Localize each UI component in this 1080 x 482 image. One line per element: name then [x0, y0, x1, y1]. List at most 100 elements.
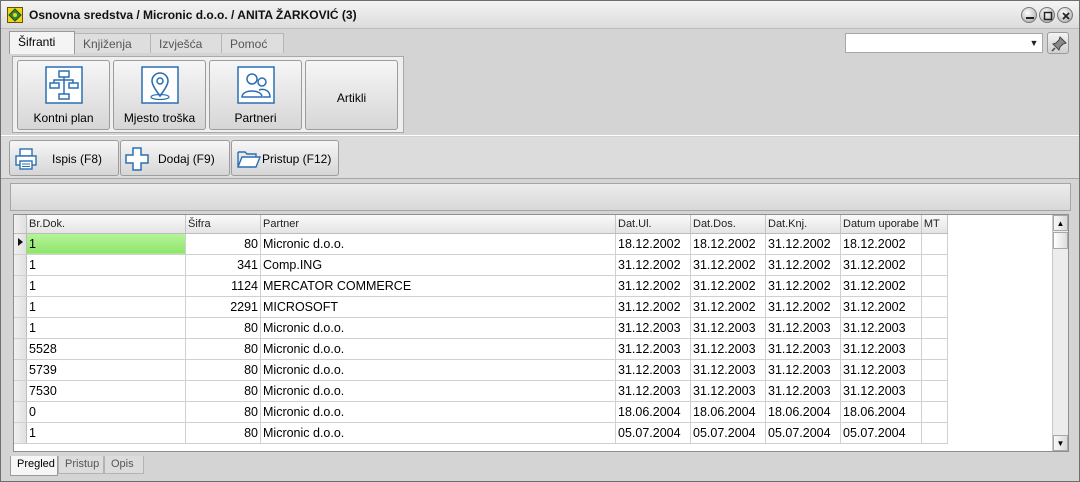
table-cell[interactable] [921, 254, 948, 276]
table-cell[interactable]: 0 [26, 401, 186, 423]
table-cell[interactable]: 80 [185, 422, 261, 444]
table-cell[interactable]: 31.12.2002 [615, 254, 691, 276]
table-cell[interactable]: 31.12.2003 [690, 317, 766, 339]
table-cell[interactable]: 1 [26, 275, 186, 297]
table-cell[interactable]: 31.12.2002 [765, 296, 841, 318]
table-cell[interactable]: Comp.ING [260, 254, 616, 276]
table-row[interactable]: 1 1124 MERCATOR COMMERCE 31.12.2002 31.12.20… [14, 275, 948, 297]
table-cell[interactable]: Micronic d.o.o. [260, 422, 616, 444]
pin-button[interactable] [1047, 32, 1069, 54]
tab-izvjesca[interactable]: Izvješća [150, 33, 222, 53]
table-cell[interactable] [921, 359, 948, 381]
table-cell[interactable] [921, 380, 948, 402]
artikli-button[interactable]: Artikli [305, 60, 398, 130]
table-cell[interactable]: 31.12.2002 [840, 296, 922, 318]
table-cell[interactable] [921, 401, 948, 423]
scroll-up-icon[interactable]: ▲ [1053, 215, 1068, 231]
table-cell[interactable]: 31.12.2002 [690, 275, 766, 297]
minimize-button[interactable] [1021, 7, 1037, 23]
table-cell[interactable]: 31.12.2003 [765, 338, 841, 360]
table-cell[interactable]: 31.12.2003 [765, 380, 841, 402]
column-header-partner[interactable]: Partner [260, 215, 616, 234]
table-cell[interactable]: 18.06.2004 [765, 401, 841, 423]
table-cell[interactable]: 1 [26, 422, 186, 444]
table-cell[interactable]: 80 [185, 380, 261, 402]
table-cell[interactable] [921, 422, 948, 444]
table-cell[interactable]: 1 [26, 233, 186, 255]
table-cell[interactable]: MICROSOFT [260, 296, 616, 318]
column-header-br-dok[interactable]: Br.Dok. [26, 215, 186, 234]
table-row[interactable]: 7530 80 Micronic d.o.o. 31.12.2003 31.12.200… [14, 380, 948, 402]
table-cell[interactable]: MERCATOR COMMERCE [260, 275, 616, 297]
row-indicator[interactable] [14, 317, 27, 339]
table-cell[interactable]: Micronic d.o.o. [260, 233, 616, 255]
table-cell[interactable]: 31.12.2003 [690, 338, 766, 360]
table-cell[interactable]: 31.12.2003 [690, 380, 766, 402]
table-cell[interactable]: 18.06.2004 [840, 401, 922, 423]
table-cell[interactable]: 05.07.2004 [615, 422, 691, 444]
table-cell[interactable]: 31.12.2002 [615, 296, 691, 318]
scroll-down-icon[interactable]: ▼ [1053, 435, 1068, 451]
table-cell[interactable]: 31.12.2003 [615, 338, 691, 360]
table-cell[interactable]: 18.12.2002 [690, 233, 766, 255]
table-cell[interactable]: Micronic d.o.o. [260, 338, 616, 360]
table-cell[interactable]: 31.12.2002 [840, 254, 922, 276]
table-cell[interactable]: 31.12.2002 [765, 254, 841, 276]
table-cell[interactable]: 31.12.2003 [840, 359, 922, 381]
tab-sifranti[interactable]: Šifranti [9, 31, 75, 54]
table-cell[interactable]: 31.12.2002 [765, 275, 841, 297]
table-cell[interactable]: 31.12.2003 [690, 359, 766, 381]
table-cell[interactable]: 1 [26, 254, 186, 276]
table-cell[interactable]: Micronic d.o.o. [260, 359, 616, 381]
table-cell[interactable]: 18.12.2002 [615, 233, 691, 255]
row-indicator[interactable] [14, 338, 27, 360]
table-row[interactable]: 1 80 Micronic d.o.o. 18.12.2002 18.12.2002 31… [14, 233, 948, 255]
table-cell[interactable]: 05.07.2004 [840, 422, 922, 444]
scroll-thumb[interactable] [1053, 232, 1068, 249]
table-cell[interactable]: 31.12.2002 [840, 275, 922, 297]
quick-select-combo[interactable]: ▼ [845, 33, 1043, 53]
table-cell[interactable]: 5739 [26, 359, 186, 381]
table-cell[interactable]: 1 [26, 317, 186, 339]
table-cell[interactable]: 341 [185, 254, 261, 276]
table-cell[interactable]: 31.12.2003 [615, 359, 691, 381]
table-cell[interactable]: 2291 [185, 296, 261, 318]
table-row[interactable]: 1 80 Micronic d.o.o. 05.07.2004 05.07.2004 05… [14, 422, 948, 444]
tab-pomoc[interactable]: Pomoć [221, 33, 284, 53]
table-cell[interactable]: 31.12.2003 [765, 359, 841, 381]
column-header-mt[interactable]: MT [921, 215, 948, 234]
table-cell[interactable]: Micronic d.o.o. [260, 317, 616, 339]
column-header-dat-ul[interactable]: Dat.Ul. [615, 215, 691, 234]
print-button[interactable]: Ispis (F8) [9, 140, 119, 176]
column-header-dat-dos[interactable]: Dat.Dos. [690, 215, 766, 234]
table-row[interactable]: 1 2291 MICROSOFT 31.12.2002 31.12.2002 31.12.… [14, 296, 948, 318]
row-indicator[interactable] [14, 380, 27, 402]
table-row[interactable]: 5739 80 Micronic d.o.o. 31.12.2003 31.12.200… [14, 359, 948, 381]
mjesto-troska-button[interactable]: Mjesto troška [113, 60, 206, 130]
vertical-scrollbar[interactable]: ▲ ▼ [1052, 215, 1068, 451]
table-cell[interactable]: 31.12.2003 [765, 317, 841, 339]
table-cell[interactable]: 31.12.2002 [690, 254, 766, 276]
grid-group-panel[interactable] [10, 183, 1071, 211]
table-cell[interactable]: Micronic d.o.o. [260, 380, 616, 402]
table-cell[interactable]: 31.12.2003 [840, 338, 922, 360]
table-cell[interactable]: 05.07.2004 [765, 422, 841, 444]
table-row[interactable]: 5528 80 Micronic d.o.o. 31.12.2003 31.12.200… [14, 338, 948, 360]
close-button[interactable] [1057, 7, 1073, 23]
tab-knjizenja[interactable]: Knjiženja [74, 33, 151, 53]
row-indicator[interactable] [14, 359, 27, 381]
table-cell[interactable]: 31.12.2002 [615, 275, 691, 297]
table-cell[interactable]: 31.12.2003 [840, 380, 922, 402]
tab-opis[interactable]: Opis [104, 456, 144, 474]
row-indicator[interactable] [14, 254, 27, 276]
table-cell[interactable]: 80 [185, 338, 261, 360]
table-cell[interactable]: 31.12.2003 [615, 380, 691, 402]
table-cell[interactable]: 80 [185, 359, 261, 381]
access-button[interactable]: Pristup (F12) [231, 140, 339, 176]
table-cell[interactable]: 18.06.2004 [615, 401, 691, 423]
partneri-button[interactable]: Partneri [209, 60, 302, 130]
table-cell[interactable]: 05.07.2004 [690, 422, 766, 444]
row-indicator[interactable] [14, 422, 27, 444]
add-button[interactable]: Dodaj (F9) [120, 140, 230, 176]
table-cell[interactable] [921, 296, 948, 318]
